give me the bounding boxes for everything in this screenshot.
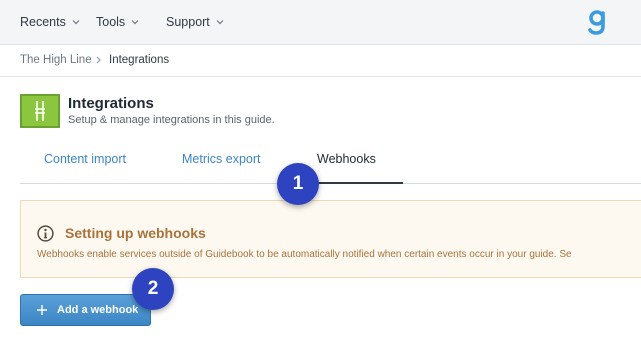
- top-navigation-bar: Recents Tools Support: [0, 0, 641, 45]
- high-line-app-icon: [20, 94, 60, 128]
- integration-tabs: Content import Metrics export Webhooks: [20, 143, 641, 184]
- page-subtitle: Setup & manage integrations in this guid…: [68, 114, 275, 126]
- support-menu-label: Support: [166, 15, 210, 29]
- tools-menu-label: Tools: [96, 15, 126, 29]
- guidebook-logo[interactable]: [587, 8, 609, 36]
- breadcrumb: The High Line Integrations: [0, 45, 641, 77]
- tab-metrics-export[interactable]: Metrics export: [182, 152, 261, 166]
- tools-menu[interactable]: Tools: [96, 15, 139, 29]
- chevron-down-icon: [72, 20, 80, 25]
- chevron-down-icon: [216, 20, 224, 25]
- breadcrumb-guide-link[interactable]: The High Line: [20, 54, 92, 66]
- annotation-badge-2: 2: [132, 268, 174, 310]
- callout-body: Webhooks enable services outside of Guid…: [37, 249, 572, 260]
- support-menu[interactable]: Support: [166, 15, 224, 29]
- callout-title: Setting up webhooks: [65, 225, 206, 241]
- page-title: Integrations: [68, 95, 154, 112]
- add-webhook-label: Add a webhook: [57, 304, 139, 316]
- tab-webhooks[interactable]: Webhooks: [317, 152, 376, 166]
- plus-icon: [37, 305, 47, 315]
- recents-menu[interactable]: Recents: [20, 15, 80, 29]
- tab-content-import[interactable]: Content import: [44, 152, 126, 166]
- add-webhook-button[interactable]: Add a webhook: [20, 294, 151, 326]
- recents-menu-label: Recents: [20, 15, 66, 29]
- chevron-right-icon: [96, 56, 101, 64]
- breadcrumb-current: Integrations: [109, 54, 170, 66]
- chevron-down-icon: [131, 20, 139, 25]
- info-icon: [37, 225, 54, 242]
- annotation-badge-1: 1: [277, 163, 319, 205]
- high-line-logo-graphic: [35, 101, 45, 121]
- webhooks-info-callout: Setting up webhooks Webhooks enable serv…: [20, 200, 641, 278]
